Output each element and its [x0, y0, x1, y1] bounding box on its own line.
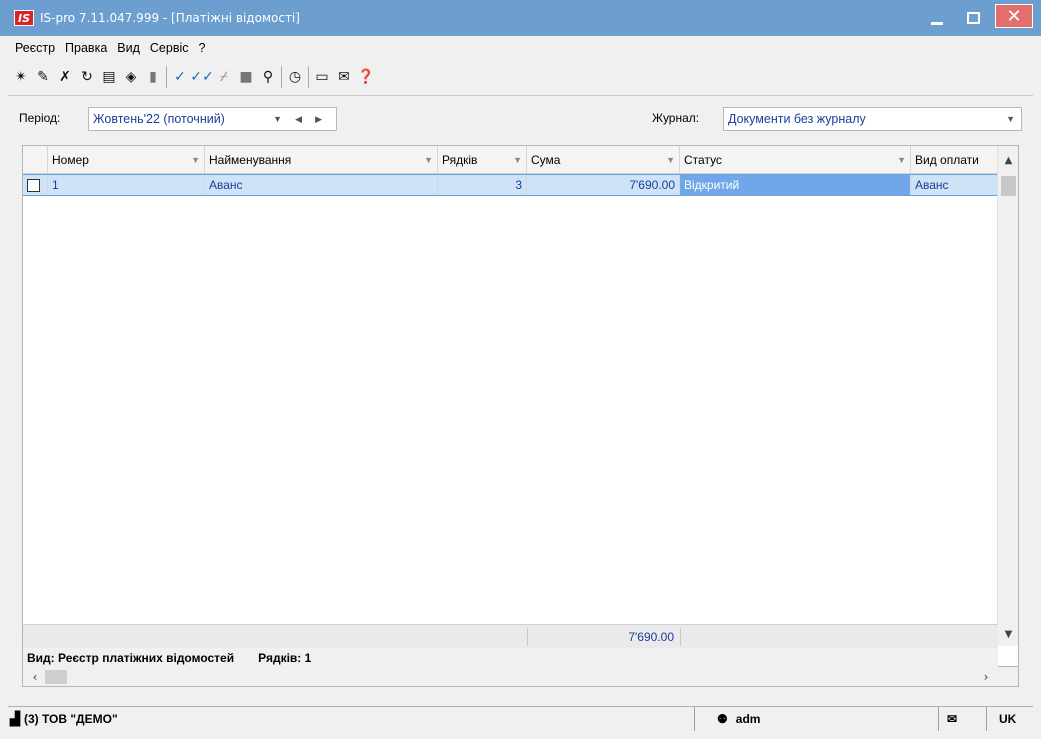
cell-sum: 7'690.00 — [527, 175, 680, 195]
window-controls: ✕ — [919, 0, 1041, 36]
company-segment: ▟ (3) ТОВ "ДЕМО" — [8, 707, 695, 731]
language-indicator[interactable]: UK — [987, 707, 1033, 731]
company-icon: ▟ — [10, 711, 20, 726]
next-period-icon[interactable]: ▶ — [315, 114, 322, 125]
header-checkbox-column — [23, 146, 48, 174]
header-sum[interactable]: Сума ▼ — [527, 146, 680, 174]
journal-label: Журнал: — [652, 111, 700, 125]
filter-icon[interactable]: ▼ — [513, 155, 522, 165]
app-logo-icon: IS — [14, 10, 34, 26]
header-rows[interactable]: Рядків ▼ — [438, 146, 527, 174]
toolbar-divider — [8, 95, 1033, 96]
menu-view[interactable]: Вид — [112, 41, 145, 55]
delete-icon[interactable]: ✗ — [54, 65, 76, 89]
header-status[interactable]: Статус ▼ — [680, 146, 911, 174]
journal-select[interactable]: Документи без журналу ▼ — [723, 107, 1022, 131]
view-name: Вид: Реєстр платіжних відомостей — [27, 651, 235, 665]
close-icon: ✕ — [1006, 5, 1022, 27]
totals-divider — [680, 628, 681, 646]
clock-icon[interactable]: ◷ — [284, 65, 306, 89]
package-icon[interactable]: ◈ — [120, 65, 142, 89]
maximize-button[interactable] — [955, 4, 991, 32]
totals-divider — [527, 628, 528, 646]
toolbar-separator — [166, 66, 167, 88]
create-copy-icon[interactable]: ✎ — [32, 65, 54, 89]
toolbar-separator — [308, 66, 309, 88]
mail-icon: ✉ — [947, 712, 958, 726]
period-value: Жовтень'22 (поточний) — [93, 112, 225, 126]
menu-bar: Реєстр Правка Вид Сервіс ? — [0, 36, 1041, 60]
row-checkbox-cell — [23, 175, 48, 195]
mail-status[interactable]: ✉ — [939, 707, 987, 731]
chevron-down-icon[interactable]: ▼ — [1006, 114, 1015, 124]
header-name[interactable]: Найменування ▼ — [205, 146, 438, 174]
refresh-icon[interactable]: ↻ — [76, 65, 98, 89]
user-segment: ⚉ adm — [695, 707, 939, 731]
minimize-button[interactable] — [919, 4, 955, 32]
grid-header: Номер ▼ Найменування ▼ Рядків ▼ Сума ▼ Стату… — [23, 146, 998, 174]
menu-service[interactable]: Сервіс — [145, 41, 194, 55]
scrollbar-thumb[interactable] — [45, 670, 67, 684]
bookmark-icon[interactable]: ▮ — [142, 65, 164, 89]
scroll-down-icon[interactable]: ▼ — [998, 624, 1019, 644]
documents-grid: Номер ▼ Найменування ▼ Рядків ▼ Сума ▼ Стату… — [22, 145, 1019, 668]
double-check-icon[interactable]: ✓✓ — [190, 65, 213, 89]
status-bar: ▟ (3) ТОВ "ДЕМО" ⚉ adm ✉ UK — [8, 706, 1033, 731]
cell-number: 1 — [48, 175, 205, 195]
search-icon[interactable]: ⚲ — [257, 65, 279, 89]
cell-payment-type: Аванс — [915, 178, 949, 192]
menu-registry[interactable]: Реєстр — [10, 41, 60, 55]
totals-row: 7'690.00 — [23, 624, 998, 648]
mail-icon[interactable]: ✉ — [333, 65, 355, 89]
menu-edit[interactable]: Правка — [60, 41, 112, 55]
uncheck-icon[interactable]: ⌿ — [213, 65, 235, 89]
print-icon[interactable]: ▤ — [98, 65, 120, 89]
header-number[interactable]: Номер ▼ — [48, 146, 205, 174]
title-bar: IS IS-pro 7.11.047.999 - [Платіжні відом… — [0, 0, 1041, 36]
period-select[interactable]: Жовтень'22 (поточний) ▼ ◀ ▶ — [88, 107, 337, 131]
maximize-icon — [966, 12, 980, 24]
horizontal-scrollbar[interactable]: ‹ › — [22, 667, 1019, 687]
vertical-scrollbar[interactable]: ▲ ▼ — [997, 146, 1018, 646]
block-icon[interactable]: ■ — [235, 65, 257, 89]
company-name: (3) ТОВ "ДЕМО" — [24, 712, 118, 726]
check-icon[interactable]: ✓ — [169, 65, 191, 89]
filter-icon[interactable]: ▼ — [666, 155, 675, 165]
window-title: IS-pro 7.11.047.999 - [Платіжні відомост… — [40, 11, 300, 25]
scroll-right-icon[interactable]: › — [976, 667, 996, 687]
chevron-down-icon[interactable]: ▼ — [273, 114, 282, 124]
user-icon: ⚉ — [717, 712, 728, 726]
cell-status: Відкритий — [680, 175, 911, 195]
filter-icon[interactable]: ▼ — [897, 155, 906, 165]
cell-rows: 3 — [438, 175, 527, 195]
header-payment-type[interactable]: Вид оплати — [911, 146, 998, 174]
scroll-up-icon[interactable]: ▲ — [998, 150, 1019, 170]
table-row[interactable]: 1 Аванс 3 7'690.00 Відкритий Аванс — [23, 174, 998, 196]
language-code: UK — [999, 712, 1017, 726]
period-label: Період: — [19, 111, 61, 125]
total-sum: 7'690.00 — [628, 630, 674, 644]
window-icon[interactable]: ▭ — [311, 65, 333, 89]
toolbar-separator — [281, 66, 282, 88]
filter-icon[interactable]: ▼ — [191, 155, 200, 165]
create-icon[interactable]: ✴ — [10, 65, 32, 89]
rows-count: Рядків: 1 — [258, 651, 312, 665]
scrollbar-thumb[interactable] — [1001, 176, 1016, 196]
help-icon[interactable]: ❓ — [355, 65, 377, 89]
user-name: adm — [735, 712, 761, 726]
filter-icon[interactable]: ▼ — [424, 155, 433, 165]
scroll-left-icon[interactable]: ‹ — [25, 667, 45, 687]
toolbar: ✴ ✎ ✗ ↻ ▤ ◈ ▮ ✓ ✓✓ ⌿ ■ ⚲ ◷ ▭ ✉ ❓ — [10, 62, 377, 92]
cell-name: Аванс — [205, 175, 438, 195]
menu-help[interactable]: ? — [194, 41, 211, 55]
minimize-icon — [931, 21, 943, 25]
prev-period-icon[interactable]: ◀ — [295, 114, 302, 125]
view-info: Вид: Реєстр платіжних відомостей Рядків:… — [23, 648, 998, 668]
journal-value: Документи без журналу — [728, 112, 866, 126]
close-button[interactable]: ✕ — [995, 4, 1033, 28]
row-checkbox[interactable] — [27, 178, 40, 192]
